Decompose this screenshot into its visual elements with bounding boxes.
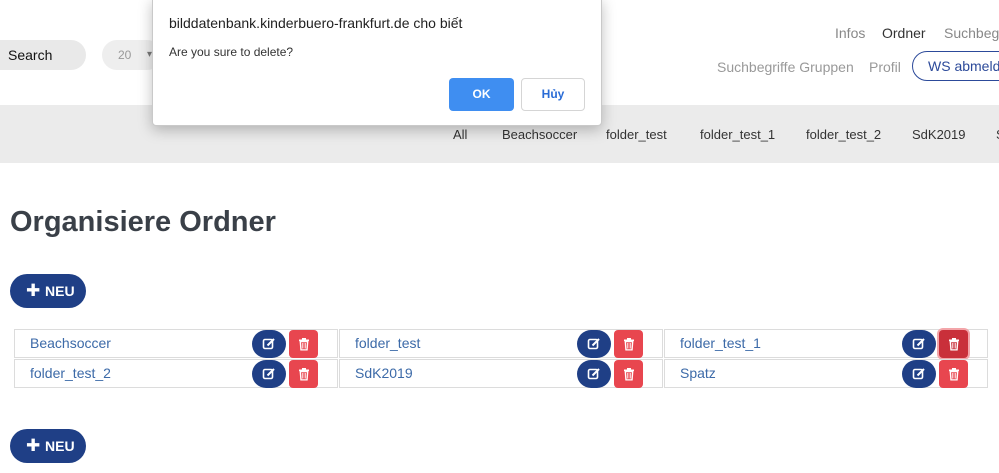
nav-suchbegriffe[interactable]: Suchbegr: [944, 25, 999, 41]
folder-cell: Spatz: [664, 359, 988, 388]
nav-ordner[interactable]: Ordner: [882, 25, 926, 41]
trash-icon: [298, 368, 309, 381]
edit-folder-button[interactable]: [902, 360, 936, 388]
edit-folder-button[interactable]: [577, 330, 611, 358]
new-folder-button-bottom[interactable]: ✚ NEU: [10, 429, 86, 463]
edit-folder-button[interactable]: [577, 360, 611, 388]
new-button-label: NEU: [45, 438, 75, 454]
trash-icon: [948, 368, 959, 381]
plus-icon: ✚: [26, 281, 41, 300]
nav-profil[interactable]: Profil: [869, 59, 901, 75]
dialog-origin: bilddatenbank.kinderbuero-frankfurt.de c…: [169, 15, 463, 31]
folder-link[interactable]: folder_test_1: [680, 335, 761, 351]
folder-cell: Beachsoccer: [14, 329, 338, 358]
delete-folder-button[interactable]: [939, 330, 968, 358]
folder-link[interactable]: Spatz: [680, 365, 716, 381]
dialog-message: Are you sure to delete?: [169, 45, 294, 59]
delete-folder-button[interactable]: [289, 360, 318, 388]
edit-icon: [262, 368, 275, 380]
trash-icon: [948, 338, 959, 351]
nav-suchbegriffe-gruppen[interactable]: Suchbegriffe Gruppen: [717, 59, 854, 75]
folder-tab-folder-test-1[interactable]: folder_test_1: [700, 127, 775, 142]
edit-icon: [587, 338, 600, 350]
edit-icon: [262, 338, 275, 350]
edit-icon: [912, 338, 925, 350]
page-title: Organisiere Ordner: [10, 206, 276, 238]
folder-cell: SdK2019: [339, 359, 663, 388]
edit-icon: [587, 368, 600, 380]
folder-grid: Beachsoccer folder_test folder_test_1 fo…: [14, 329, 988, 389]
new-folder-button-top[interactable]: ✚ NEU: [10, 274, 86, 308]
folder-cell: folder_test_1: [664, 329, 988, 358]
folder-link[interactable]: folder_test: [355, 335, 420, 351]
nav-infos[interactable]: Infos: [835, 25, 865, 41]
search-button[interactable]: Search: [0, 40, 86, 70]
delete-folder-button[interactable]: [614, 330, 643, 358]
dialog-ok-button[interactable]: OK: [449, 78, 514, 111]
folder-tab-all[interactable]: All: [453, 127, 467, 142]
folder-cell: folder_test_2: [14, 359, 338, 388]
dialog-cancel-button[interactable]: Hủy: [521, 78, 585, 111]
trash-icon: [623, 338, 634, 351]
folder-tab-sdk2019[interactable]: SdK2019: [912, 127, 966, 142]
edit-folder-button[interactable]: [902, 330, 936, 358]
folder-cell: folder_test: [339, 329, 663, 358]
edit-folder-button[interactable]: [252, 330, 286, 358]
folder-tab-folder-test-2[interactable]: folder_test_2: [806, 127, 881, 142]
new-button-label: NEU: [45, 283, 75, 299]
folder-link[interactable]: folder_test_2: [30, 365, 111, 381]
delete-folder-button[interactable]: [939, 360, 968, 388]
delete-folder-button[interactable]: [289, 330, 318, 358]
edit-folder-button[interactable]: [252, 360, 286, 388]
delete-folder-button[interactable]: [614, 360, 643, 388]
edit-icon: [912, 368, 925, 380]
plus-icon: ✚: [26, 436, 41, 455]
folder-link[interactable]: SdK2019: [355, 365, 413, 381]
folder-link[interactable]: Beachsoccer: [30, 335, 111, 351]
trash-icon: [298, 338, 309, 351]
folder-tab-folder-test[interactable]: folder_test: [606, 127, 667, 142]
folder-tab-beachsoccer[interactable]: Beachsoccer: [502, 127, 577, 142]
ws-logout-button[interactable]: WS abmelde: [912, 51, 999, 81]
confirm-dialog: bilddatenbank.kinderbuero-frankfurt.de c…: [152, 0, 602, 126]
trash-icon: [623, 368, 634, 381]
per-page-value: 20: [118, 48, 132, 62]
